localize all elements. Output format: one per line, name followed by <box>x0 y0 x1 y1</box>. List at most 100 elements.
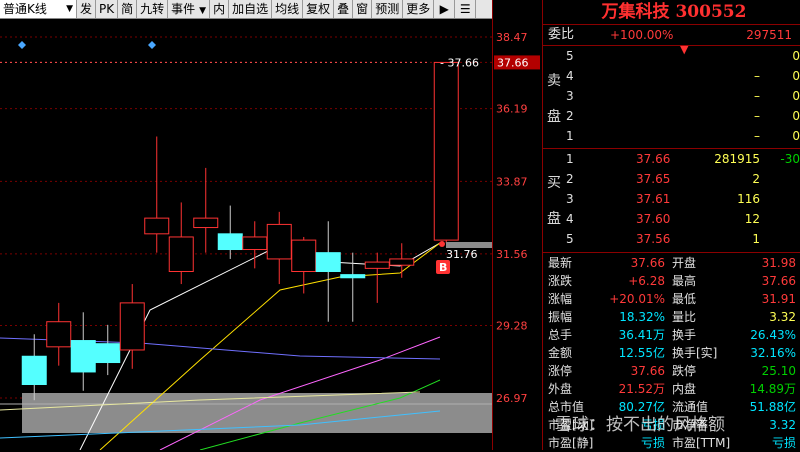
toolbar-button-adjust[interactable]: 复权 <box>303 0 335 18</box>
kline-chart-svg: - 37.66 31.76B <box>0 36 492 450</box>
divider <box>543 24 800 25</box>
weibi-value: 297511 <box>746 28 792 42</box>
level-number: 1 <box>566 152 574 166</box>
toolbar-button-more[interactable]: 更多 <box>403 0 435 18</box>
toolbar-button-fa[interactable]: 发 <box>77 0 97 18</box>
quote-stat-row: 振幅 18.32% 量比 3.32 <box>546 308 800 326</box>
period-select-label: 普通K线 <box>3 2 47 16</box>
order-volume: – <box>754 69 760 83</box>
stat-value: 37.66 <box>630 256 665 270</box>
chart-toolbar: 普通K线 ▼ 发 PK 简 九转 事件 ▼ 内 加自选 均线 复权 叠 窗 预测 … <box>0 0 492 19</box>
stat-value: 21.52万 <box>618 382 665 396</box>
quote-stat-row: 外盘 21.52万 内盘 14.89万 <box>546 380 800 398</box>
toolbar-button-forecast[interactable]: 预测 <box>372 0 404 18</box>
toolbar-button-jian[interactable]: 简 <box>118 0 138 18</box>
toolbar-button-pk[interactable]: PK <box>96 0 119 18</box>
buy-marker-label: B <box>439 261 447 274</box>
stat-value: 26.43% <box>750 328 796 342</box>
stock-title: 万集科技 300552 <box>601 2 747 22</box>
price-axis-label: 38.47 <box>496 31 528 44</box>
level-number: 5 <box>566 232 574 246</box>
level-number: 3 <box>566 89 574 103</box>
order-change: 0 <box>792 69 800 83</box>
candle-body <box>266 223 292 260</box>
stat-value: 18.32% <box>619 310 665 324</box>
stat-value: 31.91 <box>761 292 796 306</box>
event-marker-icon <box>148 41 156 49</box>
toolbar-button-jiuzhuan[interactable]: 九转 <box>137 0 169 18</box>
stat-label: 最新 <box>548 256 573 270</box>
divider <box>543 45 800 46</box>
candle-body <box>70 340 96 373</box>
price-axis-label: 29.28 <box>496 319 528 332</box>
stat-value: 51.88亿 <box>749 400 796 414</box>
price-axis-label: 33.87 <box>496 175 528 188</box>
level-number: 5 <box>566 49 574 63</box>
chevron-down-icon: ▼ <box>199 6 207 16</box>
candle-body <box>168 236 194 272</box>
divider <box>543 148 800 149</box>
candle-body <box>340 274 366 279</box>
stat-value: 37.66 <box>630 364 665 378</box>
order-price: 37.61 <box>636 192 671 206</box>
candle-body <box>315 252 341 272</box>
event-marker-icon <box>18 41 26 49</box>
events-label: 事件 <box>171 2 196 16</box>
stat-value: 3.32 <box>769 418 796 432</box>
stat-value: 3.32 <box>769 310 796 324</box>
toolbar-button-events[interactable]: 事件 ▼ <box>168 0 211 18</box>
stat-value: 37.66 <box>761 274 796 288</box>
order-change: 0 <box>792 89 800 103</box>
candle-body <box>21 355 47 386</box>
stat-label: 振幅 <box>548 310 573 324</box>
level-number: 4 <box>566 212 574 226</box>
period-select[interactable]: 普通K线 ▼ <box>0 0 77 18</box>
kline-chart[interactable]: - 37.66 31.76 B <box>0 19 492 450</box>
weibi-row: 委比 +100.00% 297511 <box>546 26 800 44</box>
panel-separator <box>542 0 543 450</box>
order-volume: 281915 <box>714 152 760 166</box>
toolbar-button-nei[interactable]: 内 <box>210 0 230 18</box>
stat-label: 涨幅 <box>548 292 573 306</box>
stat-label: 市盈[静] <box>548 436 594 450</box>
weibi-label: 委比 <box>548 27 575 42</box>
stat-label: 总手 <box>548 328 573 342</box>
settings-icon[interactable]: ☰ <box>455 0 477 18</box>
sell-order-row: 1 – 0 <box>546 127 800 145</box>
stat-label: 开盘 <box>672 256 697 270</box>
order-volume: 1 <box>752 232 760 246</box>
toolbar-button-ma[interactable]: 均线 <box>272 0 304 18</box>
sell-order-row: 2 – 0 <box>546 107 800 125</box>
price-marker <box>439 241 445 247</box>
divider <box>543 252 800 253</box>
quote-stat-row: 最新 37.66 开盘 31.98 <box>546 254 800 272</box>
stat-label: 最低 <box>672 292 697 306</box>
buy-order-row: 1 37.66 281915 -30 <box>546 150 800 168</box>
candle-body <box>95 343 121 364</box>
stat-value: 31.98 <box>761 256 796 270</box>
order-change: 0 <box>792 49 800 63</box>
toolbar-button-add-watchlist[interactable]: 加自选 <box>229 0 273 18</box>
quote-stat-row: 金额 12.55亿 换手[实] 32.16% <box>546 344 800 362</box>
watermark: 雪球：按不出的风格额 <box>555 415 725 435</box>
toolbar-button-overlay[interactable]: 叠 <box>334 0 354 18</box>
play-icon[interactable]: ▶ <box>434 0 456 18</box>
price-axis-highlight-label: 37.66 <box>497 56 529 69</box>
order-price: 37.56 <box>636 232 671 246</box>
order-volume: 2 <box>752 172 760 186</box>
candle-body <box>119 302 145 351</box>
stat-value: 32.16% <box>750 346 796 360</box>
order-change: 0 <box>792 109 800 123</box>
weibi-pct: +100.00% <box>610 28 674 42</box>
price-axis-label: 26.97 <box>496 392 528 405</box>
stat-label: 跌停 <box>672 364 697 378</box>
order-price: 37.60 <box>636 212 671 226</box>
stat-value: 25.10 <box>761 364 796 378</box>
toolbar-button-window[interactable]: 窗 <box>353 0 373 18</box>
stat-value: 14.89万 <box>749 382 796 396</box>
stat-value: +6.28 <box>628 274 665 288</box>
sell-order-row: 3 – 0 <box>546 87 800 105</box>
candle-body <box>389 258 415 266</box>
price-axis: 38.4737.6636.1933.8731.5629.2826.9737.66 <box>492 0 540 450</box>
level-number: 2 <box>566 109 574 123</box>
